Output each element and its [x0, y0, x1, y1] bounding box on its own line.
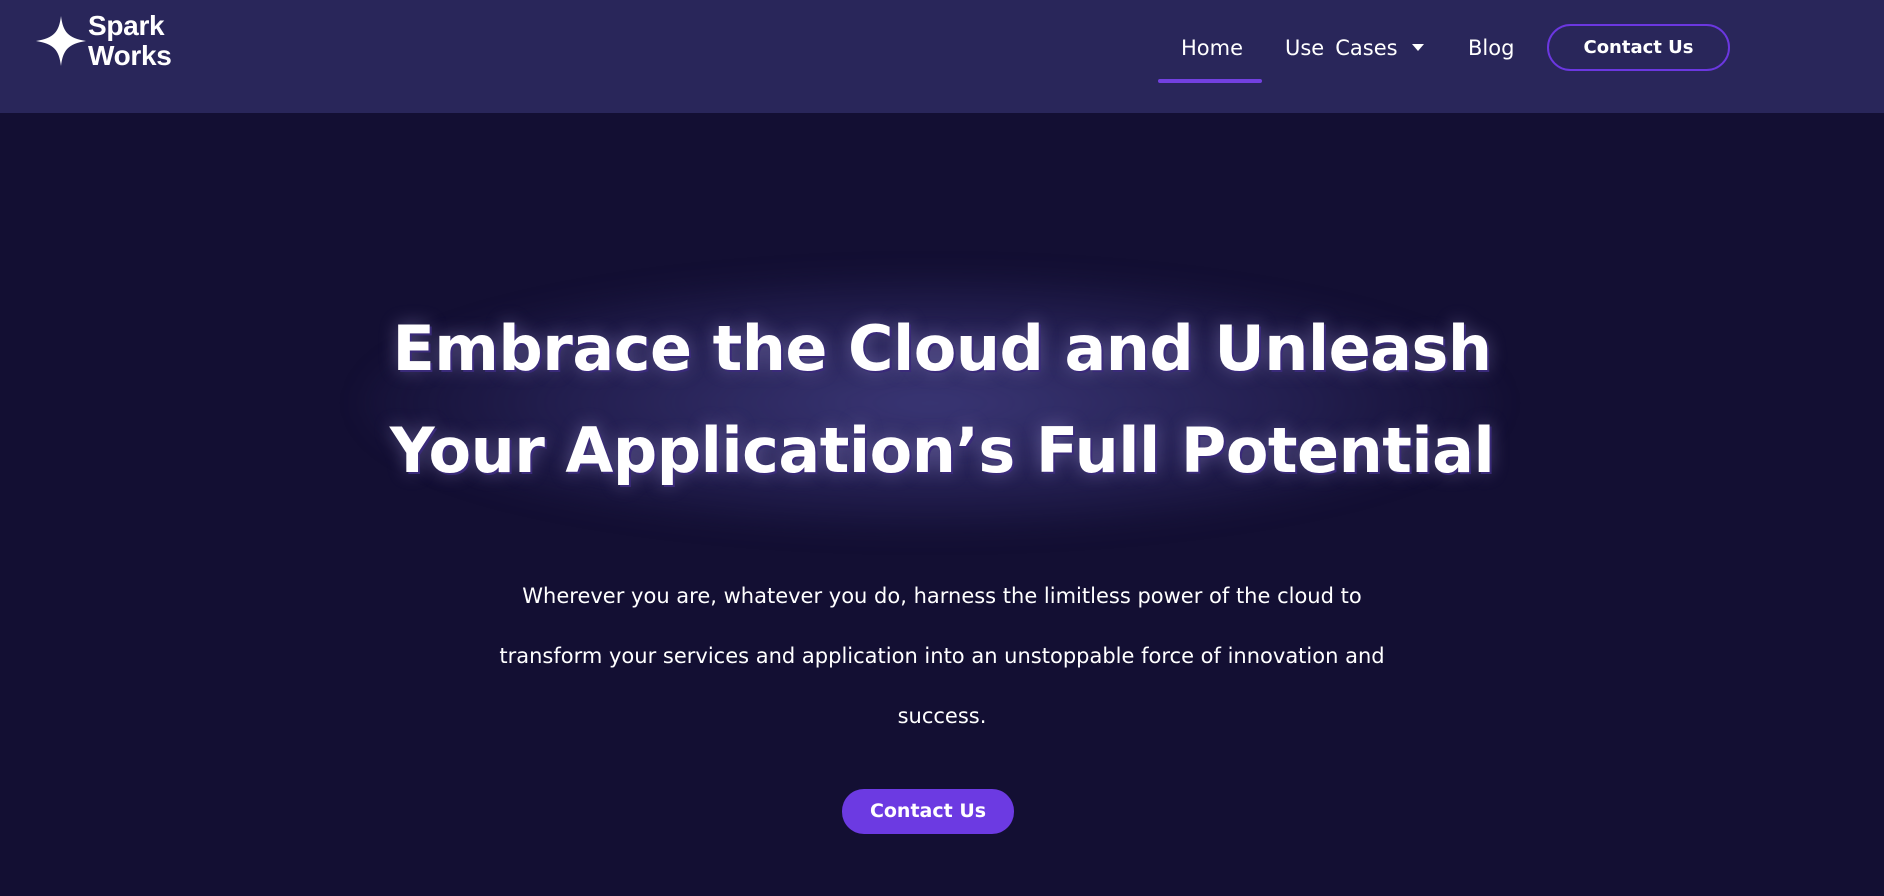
hero-contact-button[interactable]: Contact Us — [842, 789, 1014, 834]
nav-item-home[interactable]: Home — [1181, 28, 1244, 68]
active-nav-indicator — [1158, 79, 1262, 83]
nav-item-blog[interactable]: Blog — [1468, 28, 1518, 68]
nav-item-blog-label: Blog — [1468, 36, 1515, 60]
nav-item-home-label: Home — [1181, 36, 1244, 60]
hero-title: Embrace the Cloud and Unleash Your Appli… — [292, 298, 1592, 502]
hero-section: Embrace the Cloud and Unleash Your Appli… — [0, 113, 1884, 896]
hero-title-line1: Embrace the Cloud and Unleash — [392, 312, 1492, 385]
hero-subtitle: Wherever you are, whatever you do, harne… — [442, 566, 1442, 746]
site-header: Spark Works Home Use Cases Blog Contact U… — [0, 0, 1884, 113]
nav-item-use-cases-label-part1: Use — [1285, 36, 1325, 60]
nav-item-use-cases[interactable]: Use Cases — [1285, 28, 1450, 68]
brand-name: Spark Works — [88, 11, 172, 71]
hero-subtitle-line3: success. — [897, 704, 987, 728]
hero-title-line2: Your Application’s Full Potential — [389, 414, 1495, 487]
nav-item-use-cases-label-part2: Cases — [1335, 36, 1398, 60]
brand-name-line2: Works — [88, 40, 172, 71]
hero-subtitle-line2: transform your services and application … — [499, 644, 1385, 668]
logo-link[interactable]: Spark Works — [34, 10, 184, 72]
header-contact-button[interactable]: Contact Us — [1547, 24, 1730, 71]
brand-name-line1: Spark — [88, 10, 165, 41]
four-point-star-icon — [36, 16, 86, 66]
hero-subtitle-line1: Wherever you are, whatever you do, harne… — [522, 584, 1362, 608]
caret-down-icon[interactable] — [1411, 43, 1424, 51]
